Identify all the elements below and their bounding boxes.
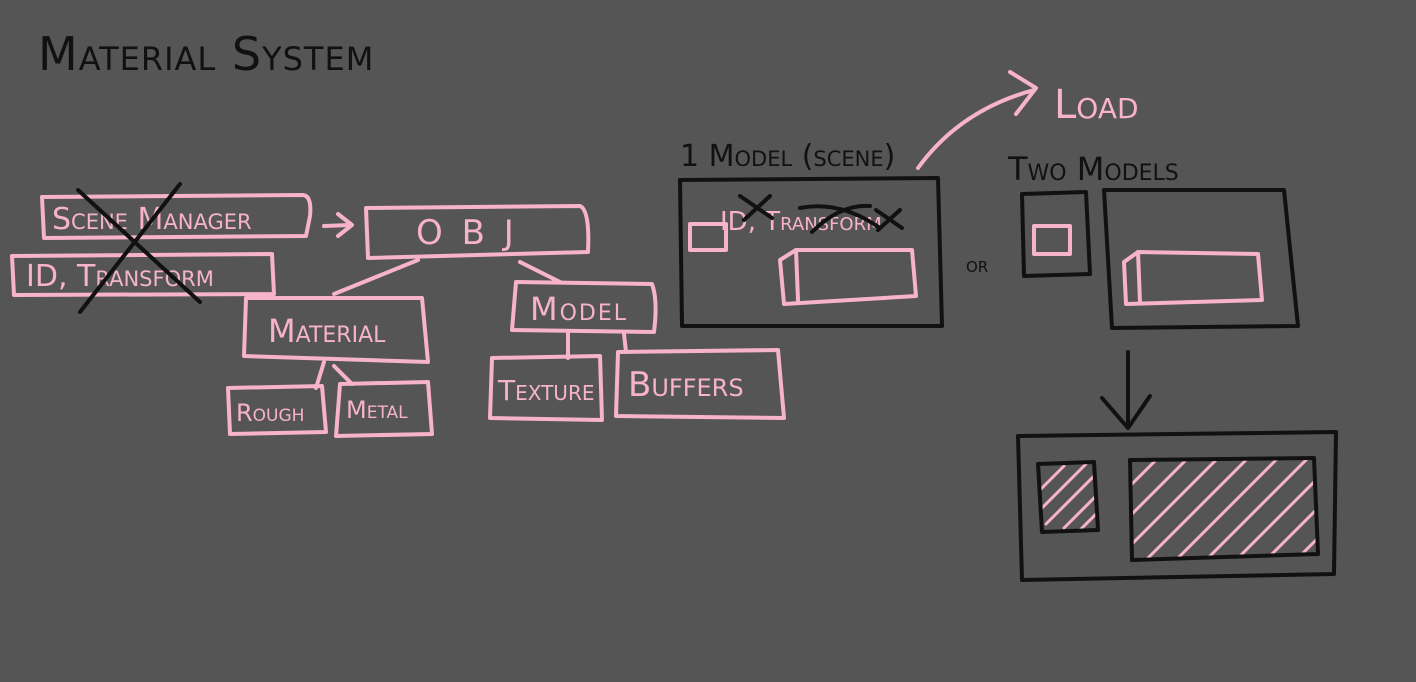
- load-label: Load: [1054, 82, 1139, 128]
- connector-material-metal: [332, 364, 354, 386]
- down-arrow: [1100, 350, 1152, 430]
- metal-label: Metal: [346, 396, 408, 424]
- texture-node: Texture: [488, 354, 604, 422]
- model-node: Model: [510, 280, 658, 334]
- obj-node: O B J: [364, 204, 591, 260]
- page-title: Material System: [38, 27, 374, 81]
- model-label: Model: [530, 290, 628, 328]
- buffers-label: Buffers: [628, 365, 744, 405]
- one-model-label: 1 Model (scene): [680, 139, 895, 174]
- connector-model-buffers: [622, 332, 628, 354]
- two-models-small-box: [1020, 190, 1092, 278]
- rough-node: Rough: [226, 384, 328, 436]
- two-models-big-box: [1102, 188, 1300, 330]
- result-large-hatched-box: [1128, 456, 1320, 562]
- material-label: Material: [268, 312, 386, 350]
- material-system-canvas: Material System Scene Manager ID, Transf…: [10, 27, 1338, 582]
- scene-manager-node: Scene Manager: [40, 193, 313, 240]
- one-model-container: ID, Transform: [678, 176, 944, 328]
- metal-node: Metal: [334, 380, 434, 438]
- texture-label: Texture: [497, 374, 594, 407]
- or-label: or: [966, 253, 988, 278]
- buffers-node: Buffers: [614, 348, 786, 420]
- result-small-hatched-box: [1036, 460, 1100, 534]
- material-node: Material: [242, 296, 430, 364]
- connector-obj-model: [518, 260, 562, 284]
- result-container: [1016, 430, 1338, 582]
- one-model-crossed-text: ID, Transform: [720, 207, 882, 237]
- arrow-to-obj: [322, 212, 354, 238]
- rough-label: Rough: [236, 399, 304, 427]
- connector-obj-material: [332, 258, 420, 296]
- two-models-label: Two Models: [1007, 150, 1179, 188]
- id-transform-node: ID, Transform: [10, 252, 276, 297]
- obj-label: O B J: [416, 213, 518, 253]
